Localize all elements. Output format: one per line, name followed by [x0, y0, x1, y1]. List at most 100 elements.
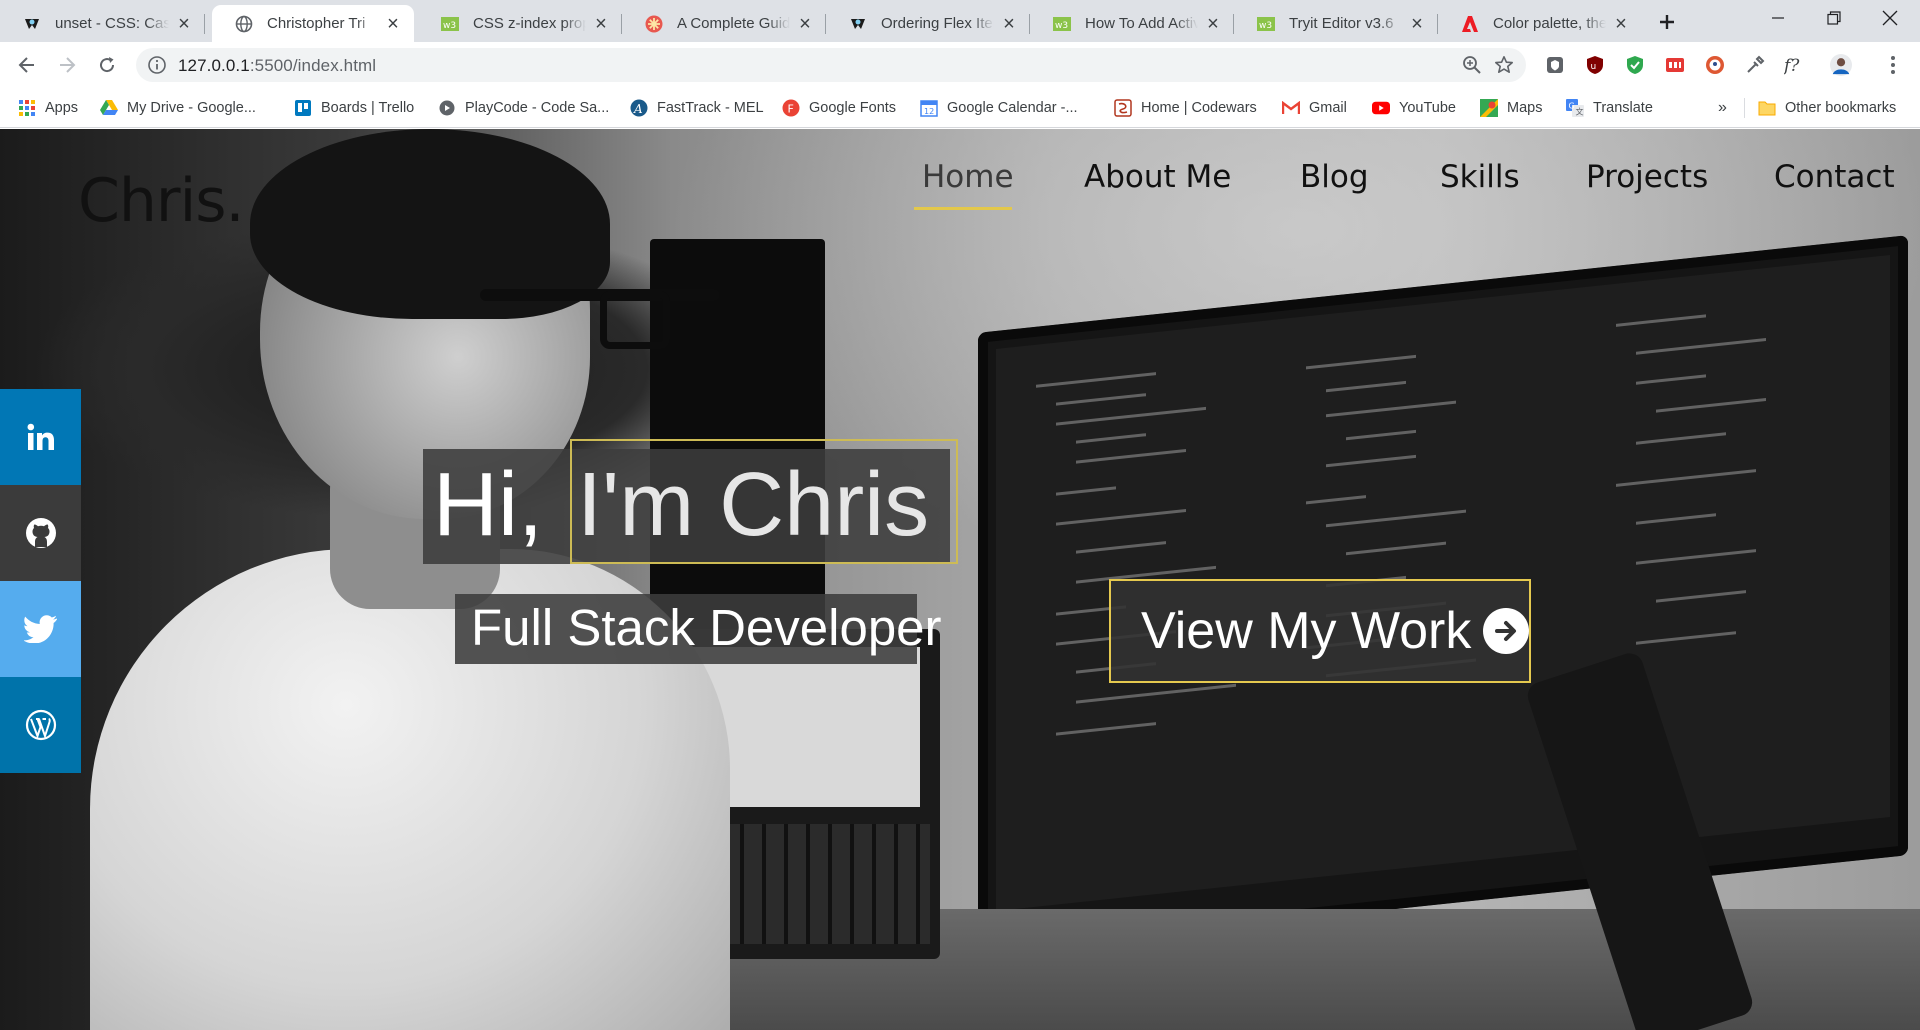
nav-projects[interactable]: Projects [1586, 159, 1708, 195]
tab[interactable]: w3 How To Add Active × [1030, 5, 1234, 42]
forward-button[interactable] [52, 50, 82, 80]
google-drive-icon [100, 99, 118, 117]
bookmark-label: Other bookmarks [1785, 100, 1897, 116]
svg-text:w3: w3 [1055, 21, 1068, 31]
github-link[interactable] [0, 485, 81, 581]
w3schools-icon: w3 [1052, 14, 1072, 34]
globe-icon [234, 14, 254, 34]
nav-blog[interactable]: Blog [1300, 159, 1369, 195]
url-text[interactable]: 127.0.0.1:5500/index.html [178, 56, 376, 76]
close-tab-icon[interactable]: × [175, 14, 193, 34]
twitter-link[interactable] [0, 581, 81, 677]
svg-text:文: 文 [1576, 107, 1584, 117]
whatfont-icon[interactable]: f? [1784, 54, 1806, 76]
close-window-button[interactable] [1862, 0, 1918, 36]
bookmark-fasttrack[interactable]: A FastTrack - MEL [630, 96, 764, 120]
nav-contact[interactable]: Contact [1774, 159, 1895, 195]
bookmark-apps[interactable]: Apps [18, 96, 78, 120]
restore-button[interactable] [1806, 0, 1862, 36]
other-bookmarks[interactable]: Other bookmarks [1758, 96, 1896, 120]
back-button[interactable] [12, 50, 42, 80]
svg-text:12: 12 [924, 107, 934, 116]
close-tab-icon[interactable]: × [384, 14, 402, 34]
tab-strip: unset - CSS: Cascading × Christopher Tri… [0, 0, 1920, 42]
cta-label: View My Work [1141, 602, 1472, 660]
bookmark-label: Translate [1593, 100, 1653, 116]
bookmark-label: Home | Codewars [1141, 100, 1257, 116]
close-tab-icon[interactable]: × [796, 14, 814, 34]
bookmark-gmail[interactable]: Gmail [1282, 96, 1347, 120]
view-my-work-button[interactable]: View My Work [1109, 579, 1531, 683]
linkedin-icon [27, 423, 54, 450]
trello-icon [294, 99, 312, 117]
hero-subtitle-text: Full Stack Developer [471, 599, 942, 656]
nav-about-me[interactable]: About Me [1084, 159, 1231, 195]
codewars-icon [1114, 99, 1132, 117]
nav-home[interactable]: Home [922, 159, 1014, 195]
duckduckgo-icon[interactable] [1704, 54, 1726, 76]
linkedin-link[interactable] [0, 389, 81, 485]
restore-icon [1827, 11, 1841, 25]
bookmark-codewars[interactable]: Home | Codewars [1114, 96, 1257, 120]
extension-shield-icon[interactable] [1544, 54, 1566, 76]
bookmark-label: My Drive - Google... [127, 100, 256, 116]
close-tab-icon[interactable]: × [1408, 14, 1426, 34]
site-logo[interactable]: Chris. [78, 166, 245, 236]
tab-active[interactable]: Christopher Tri × [212, 5, 414, 42]
arrow-right-icon [60, 57, 76, 73]
tab[interactable]: w3 Tryit Editor v3.6 × [1234, 5, 1438, 42]
address-bar[interactable]: 127.0.0.1:5500/index.html [136, 48, 1526, 82]
folder-icon [1758, 99, 1776, 117]
bookmark-trello[interactable]: Boards | Trello [294, 96, 414, 120]
bookmark-google-drive[interactable]: My Drive - Google... [100, 96, 256, 120]
bookmark-label: Google Fonts [809, 100, 897, 116]
svg-text:G: G [1569, 102, 1575, 111]
green-shield-icon[interactable] [1624, 54, 1646, 76]
maps-icon [1480, 99, 1498, 117]
divider [1744, 98, 1745, 118]
bookmarks-overflow-button[interactable]: » [1718, 96, 1727, 120]
tab-title: CSS z-index property [473, 15, 586, 32]
chevron-double-right-icon: » [1718, 99, 1727, 116]
hero-section: Chris. Home About Me Blog Skills Project… [0, 129, 1920, 1030]
svg-text:w3: w3 [443, 21, 456, 31]
star-bookmark-icon[interactable] [1494, 55, 1514, 79]
browser-toolbar: 127.0.0.1:5500/index.html u f? [0, 42, 1920, 88]
video-extension-icon[interactable] [1664, 54, 1686, 76]
bookmark-label: Apps [45, 100, 79, 116]
bookmark-playcode[interactable]: PlayCode - Code Sa... [438, 96, 609, 120]
fasttrack-icon: A [630, 99, 648, 117]
zoom-icon[interactable] [1462, 55, 1482, 79]
close-tab-icon[interactable]: × [1204, 14, 1222, 34]
bookmark-google-fonts[interactable]: F Google Fonts [782, 96, 896, 120]
tab[interactable]: w3 CSS z-index property × [418, 5, 622, 42]
tab-title: Ordering Flex Items [881, 15, 994, 32]
tab[interactable]: unset - CSS: Cascading × [0, 5, 205, 42]
new-tab-button[interactable] [1650, 5, 1684, 39]
tab[interactable]: Color palette, the c × [1438, 5, 1642, 42]
tab[interactable]: A Complete Guide × [622, 5, 826, 42]
bookmark-label: Boards | Trello [321, 100, 415, 116]
adobe-icon [1460, 14, 1480, 34]
wordpress-link[interactable] [0, 677, 81, 773]
eyedropper-icon[interactable] [1744, 54, 1766, 76]
bookmark-google-calendar[interactable]: 12 Google Calendar -... [920, 96, 1078, 120]
close-tab-icon[interactable]: × [1000, 14, 1018, 34]
nav-skills[interactable]: Skills [1440, 159, 1520, 195]
bookmark-translate[interactable]: G 文 Translate [1566, 96, 1653, 120]
hero-greeting: Hi, [433, 455, 543, 555]
info-icon[interactable] [147, 55, 167, 79]
tab[interactable]: Ordering Flex Items × [826, 5, 1030, 42]
svg-text:u: u [1591, 62, 1597, 72]
close-tab-icon[interactable]: × [592, 14, 610, 34]
close-tab-icon[interactable]: × [1612, 14, 1630, 34]
bookmark-maps[interactable]: Maps [1480, 96, 1542, 120]
tab-title: unset - CSS: Cascading [55, 15, 169, 32]
menu-dots-icon[interactable] [1882, 54, 1904, 76]
minimize-button[interactable] [1750, 0, 1806, 36]
ublock-icon[interactable]: u [1584, 54, 1606, 76]
csstricks-icon [644, 14, 664, 34]
reload-button[interactable] [92, 50, 122, 80]
bookmark-youtube[interactable]: YouTube [1372, 96, 1456, 120]
profile-avatar-icon[interactable] [1830, 54, 1852, 76]
